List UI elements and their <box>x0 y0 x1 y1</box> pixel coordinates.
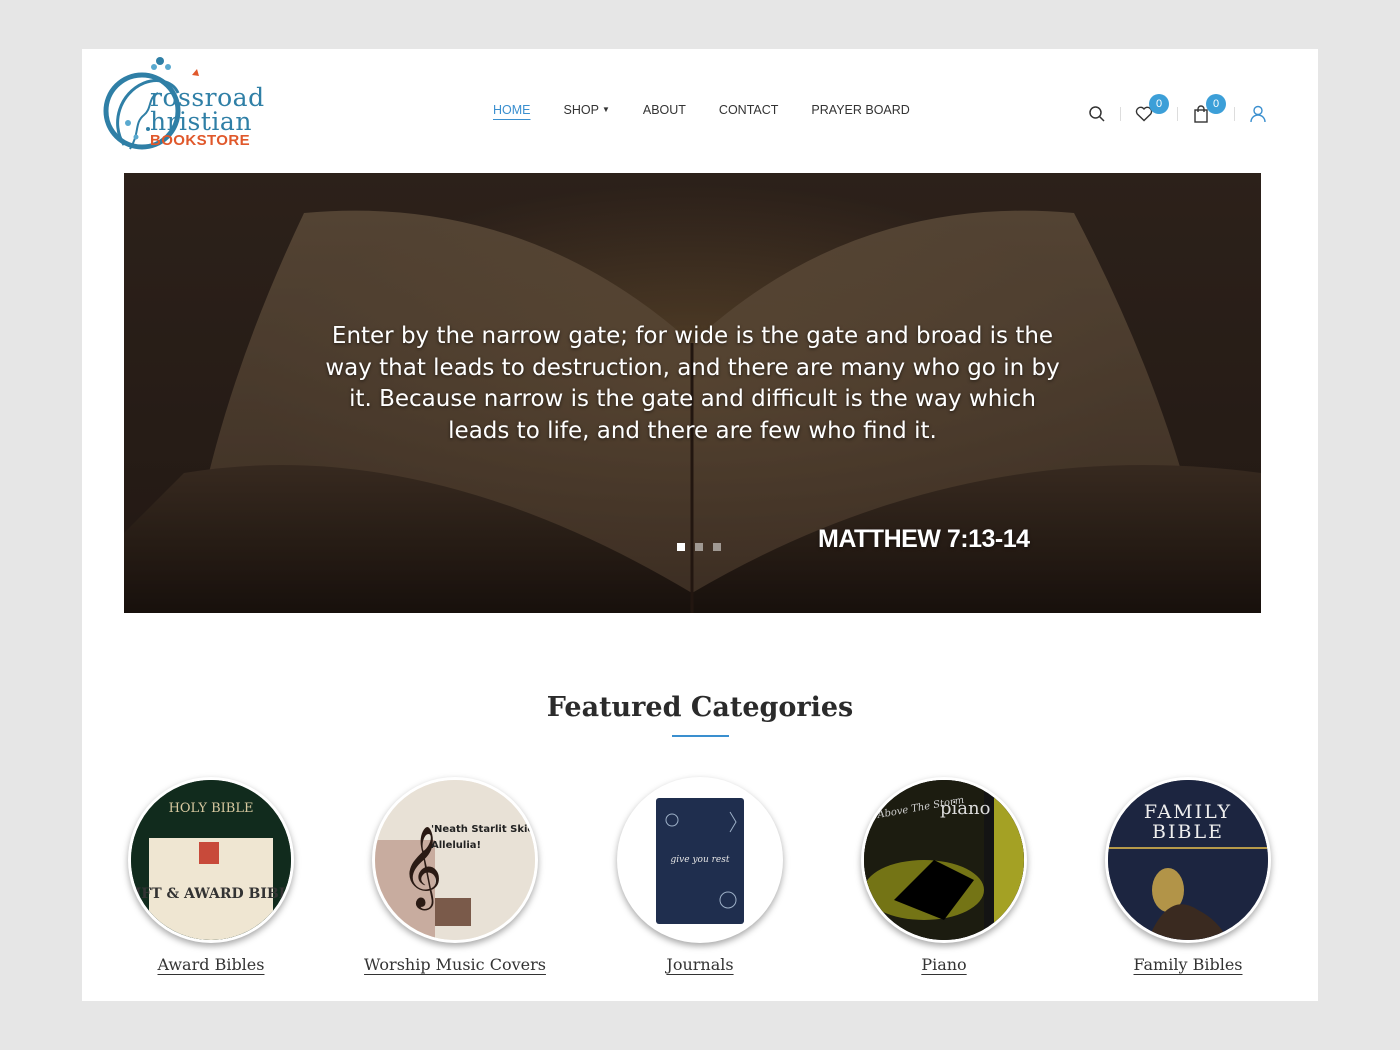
slider-dot[interactable] <box>713 543 721 551</box>
search-icon[interactable] <box>1086 103 1108 125</box>
category-label-award-bibles[interactable]: Award Bibles <box>158 955 265 974</box>
divider <box>1177 107 1178 121</box>
divider <box>1120 107 1121 121</box>
chevron-down-icon: ▼ <box>601 105 610 114</box>
nav-shop-label: SHOP <box>563 103 599 117</box>
worship-music-covers-image[interactable]: 𝄞 'Neath Starlit Skies Allelulia! <box>372 777 538 943</box>
category-label-family-bibles[interactable]: Family Bibles <box>1134 955 1243 974</box>
page: rossroad hristian BOOKSTORE HOME SHOP ▼ A… <box>82 49 1318 1001</box>
hero-slider[interactable]: Enter by the narrow gate; for wide is th… <box>124 173 1261 613</box>
account-button[interactable] <box>1247 103 1269 125</box>
image-text: BIBLE <box>1152 821 1224 843</box>
journals-image[interactable]: give you rest <box>617 777 783 943</box>
hero-reference: MATTHEW 7:13-14 <box>818 525 1030 553</box>
nav-shop[interactable]: SHOP ▼ <box>564 103 610 117</box>
cart-button[interactable]: 0 <box>1190 94 1226 125</box>
main-nav: HOME SHOP ▼ ABOUT CONTACT PRAYER BOARD <box>493 103 943 117</box>
user-icon <box>1250 105 1266 123</box>
category-item[interactable]: 𝄞 'Neath Starlit Skies Allelulia! Worshi… <box>355 777 555 975</box>
logo-line-3: BOOKSTORE <box>150 132 251 149</box>
title-underline <box>672 735 729 737</box>
category-item[interactable]: give you rest Journals <box>600 777 800 975</box>
slider-dots <box>677 543 721 551</box>
piano-image[interactable]: piano Above The Storm <box>861 777 1027 943</box>
hero-quote: Enter by the narrow gate; for wide is th… <box>325 323 1060 444</box>
nav-home[interactable]: HOME <box>493 103 531 117</box>
category-item[interactable]: FAMILY BIBLE Family Bibles <box>1088 777 1288 975</box>
category-item[interactable]: piano Above The Storm Piano <box>844 777 1044 975</box>
category-label-piano[interactable]: Piano <box>921 955 966 974</box>
category-label-worship-music-covers[interactable]: Worship Music Covers <box>364 955 546 974</box>
site-logo[interactable]: rossroad hristian BOOKSTORE <box>100 53 290 171</box>
category-item[interactable]: HOLY BIBLE GIFT & AWARD BIBLE Award Bibl… <box>111 777 311 975</box>
image-text: HOLY BIBLE <box>169 801 254 816</box>
header-icons: 0 0 <box>1086 94 1269 125</box>
nav-about[interactable]: ABOUT <box>643 103 686 117</box>
nav-contact[interactable]: CONTACT <box>719 103 779 117</box>
wishlist-button[interactable]: 0 <box>1133 94 1169 125</box>
divider <box>1234 107 1235 121</box>
award-bibles-image[interactable]: HOLY BIBLE GIFT & AWARD BIBLE <box>128 777 294 943</box>
nav-prayer-board[interactable]: PRAYER BOARD <box>811 103 909 117</box>
slider-dot[interactable] <box>677 543 685 551</box>
family-bibles-image[interactable]: FAMILY BIBLE <box>1105 777 1271 943</box>
cart-count-badge: 0 <box>1206 94 1226 114</box>
category-label-journals[interactable]: Journals <box>666 955 733 974</box>
image-text: GIFT & AWARD BIBLE <box>131 886 291 902</box>
image-text: FAMILY <box>1144 801 1232 823</box>
image-text: Allelulia! <box>431 840 481 851</box>
image-text: give you rest <box>671 855 730 865</box>
featured-categories-title: Featured Categories <box>546 692 854 723</box>
wishlist-count-badge: 0 <box>1149 94 1169 114</box>
image-text: 'Neath Starlit Skies <box>431 824 535 835</box>
slider-dot[interactable] <box>695 543 703 551</box>
svg-text:𝄞: 𝄞 <box>401 825 442 910</box>
